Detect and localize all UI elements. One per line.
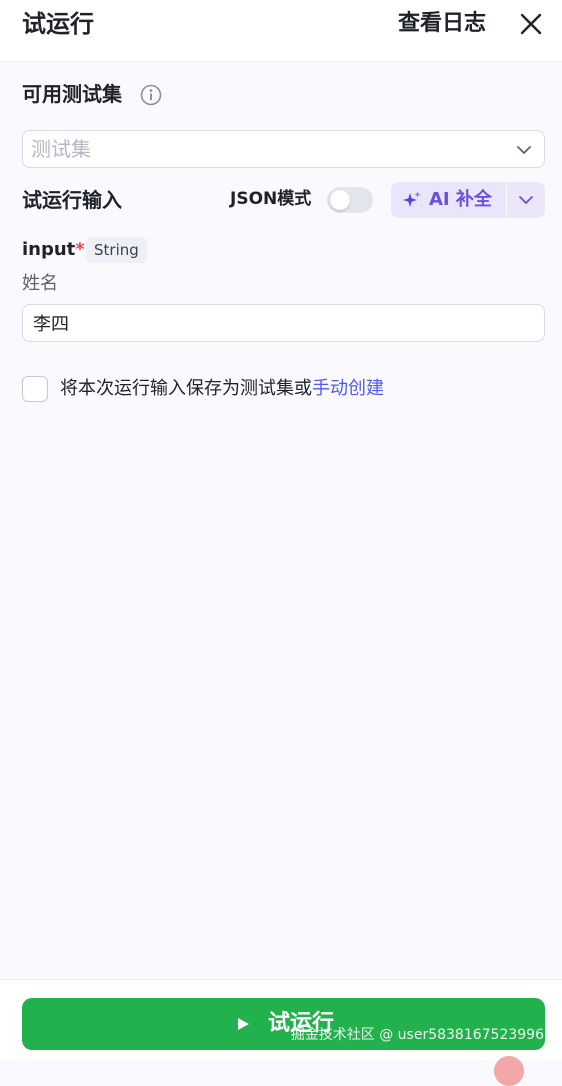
- save-as-dataset-checkbox[interactable]: [22, 376, 48, 402]
- view-log-button[interactable]: 查看日志: [398, 8, 486, 40]
- dataset-select[interactable]: 测试集: [22, 130, 545, 168]
- dataset-placeholder: 测试集: [31, 137, 91, 161]
- ai-options-dropdown[interactable]: [507, 182, 545, 218]
- required-mark: *: [75, 239, 85, 260]
- run-input-label: 试运行输入: [22, 188, 122, 212]
- toggle-knob: [330, 190, 350, 210]
- manual-create-link[interactable]: 手动创建: [312, 378, 384, 399]
- save-text: 将本次运行输入保存为测试集或: [60, 378, 312, 399]
- save-as-dataset-text: 将本次运行输入保存为测试集或手动创建: [60, 376, 384, 402]
- chevron-down-icon: [519, 196, 533, 204]
- page-title: 试运行: [22, 10, 94, 38]
- field-name-text: input: [22, 239, 76, 260]
- ai-complete-button[interactable]: AI 补全: [391, 182, 506, 218]
- play-icon: [238, 1018, 249, 1030]
- json-mode-label: JSON模式: [230, 189, 312, 209]
- field-name: input*: [22, 237, 85, 263]
- corner-decoration: [494, 1056, 524, 1086]
- json-mode-toggle[interactable]: [327, 187, 373, 213]
- watermark: 掘金技术社区 @ user5838167523996: [290, 1027, 544, 1043]
- ai-complete-label: AI 补全: [429, 189, 492, 210]
- sparkle-icon: [403, 191, 421, 207]
- dataset-label: 可用测试集: [22, 82, 122, 106]
- chevron-down-icon: [517, 146, 531, 154]
- input-value-field[interactable]: [22, 304, 545, 342]
- info-icon[interactable]: [140, 84, 162, 106]
- close-icon[interactable]: [518, 11, 544, 37]
- type-badge: String: [86, 237, 147, 263]
- field-description: 姓名: [22, 273, 58, 294]
- header: 试运行 查看日志: [0, 0, 562, 62]
